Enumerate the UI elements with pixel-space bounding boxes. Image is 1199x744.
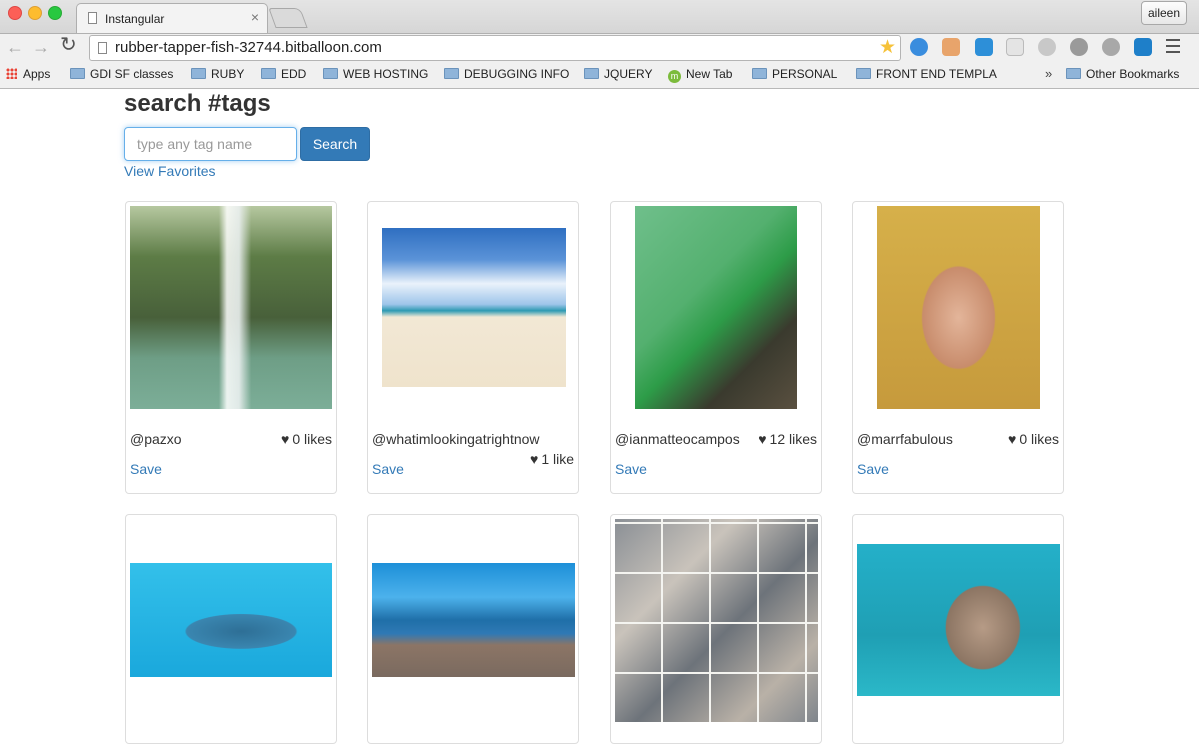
bookmark-other-bookmarks[interactable]: Other Bookmarks: [1066, 67, 1179, 81]
save-link[interactable]: Save: [615, 461, 647, 477]
card-username: @marrfabulous: [857, 431, 953, 447]
page-title: search #tags: [124, 90, 271, 117]
heart-icon: ♥: [758, 431, 767, 447]
folder-icon: [584, 68, 599, 79]
menu-icon[interactable]: [1166, 39, 1180, 57]
photo-card: @ianmatteocampos ♥ 12 likes Save: [610, 201, 822, 494]
page-icon: [98, 42, 107, 54]
bookmark-apps[interactable]: Apps: [6, 67, 50, 81]
bookmarks-bar: Apps GDI SF classes RUBY EDD WEB HOSTING…: [0, 63, 1199, 87]
save-link[interactable]: Save: [372, 461, 404, 477]
reload-icon[interactable]: ↻: [60, 35, 77, 55]
globe-extension-icon[interactable]: [910, 38, 928, 56]
page-icon: [88, 12, 97, 24]
apps-grid-icon: [6, 68, 17, 79]
card-likes: ♥ 1 like: [530, 451, 574, 467]
new-tab-button[interactable]: [268, 8, 308, 28]
card-likes: ♥ 0 likes: [281, 431, 332, 447]
beta-extension-icon[interactable]: [975, 38, 993, 56]
folder-icon: [191, 68, 206, 79]
beach-photo[interactable]: [382, 228, 566, 387]
photo-card: [125, 514, 337, 744]
folder-icon: [856, 68, 871, 79]
photo-card: @marrfabulous ♥ 0 likes Save: [852, 201, 1064, 494]
bookmark-new-tab[interactable]: m New Tab: [668, 67, 732, 83]
maximize-window-button[interactable]: [48, 6, 62, 20]
waterfall-photo[interactable]: [130, 206, 332, 409]
card-username: @whatimlookingatrightnow: [372, 431, 540, 447]
angular-extension-icon[interactable]: [1070, 38, 1088, 56]
bookmark-extension-icon[interactable]: [1134, 38, 1152, 56]
photo-card: [367, 514, 579, 744]
face-extension-icon[interactable]: [942, 38, 960, 56]
collage-photo[interactable]: [615, 519, 818, 722]
gray-extension-icon[interactable]: [1038, 38, 1056, 56]
card-username: @pazxo: [130, 431, 182, 447]
browser-toolbar: ← → ↻ rubber-tapper-fish-32744.bitballoo…: [0, 34, 1199, 62]
forward-icon[interactable]: →: [32, 37, 50, 57]
bookmark-ruby[interactable]: RUBY: [191, 67, 244, 81]
folder-icon: [261, 68, 276, 79]
green-shirt-photo[interactable]: [635, 206, 797, 409]
bunny-filter-photo[interactable]: [877, 206, 1040, 409]
back-icon[interactable]: ←: [6, 37, 24, 57]
heart-icon: ♥: [1008, 431, 1017, 447]
photo-card: @whatimlookingatrightnow ♥ 1 like Save: [367, 201, 579, 494]
bookmark-gdi-sf-classes[interactable]: GDI SF classes: [70, 67, 173, 81]
bookmark-front-end-templates[interactable]: FRONT END TEMPLA: [856, 67, 997, 81]
rocky-shore-photo[interactable]: [372, 563, 575, 677]
address-bar[interactable]: rubber-tapper-fish-32744.bitballoon.com …: [89, 35, 901, 61]
card-username: @ianmatteocampos: [615, 431, 740, 447]
folder-icon: [323, 68, 338, 79]
url-text[interactable]: rubber-tapper-fish-32744.bitballoon.com: [115, 39, 382, 56]
tab-title: Instangular: [105, 12, 165, 26]
bookmark-personal[interactable]: PERSONAL: [752, 67, 837, 81]
bookmark-jquery[interactable]: JQUERY: [584, 67, 652, 81]
bookmark-edd[interactable]: EDD: [261, 67, 306, 81]
m-extension-icon[interactable]: [1102, 38, 1120, 56]
tab-instangular[interactable]: Instangular ×: [76, 3, 268, 33]
photo-card: [852, 514, 1064, 744]
whale-shark-photo[interactable]: [130, 563, 332, 677]
card-likes: ♥ 0 likes: [1008, 431, 1059, 447]
tab-strip: Instangular × aileen: [0, 0, 1199, 34]
folder-icon: [752, 68, 767, 79]
close-window-button[interactable]: [8, 6, 22, 20]
save-link[interactable]: Save: [130, 461, 162, 477]
window-extension-icon[interactable]: [1006, 38, 1024, 56]
folder-icon: [444, 68, 459, 79]
photo-card: @pazxo ♥ 0 likes Save: [125, 201, 337, 494]
bookmark-debugging-info[interactable]: DEBUGGING INFO: [444, 67, 569, 81]
heart-icon: ♥: [281, 431, 290, 447]
profile-button[interactable]: aileen: [1141, 1, 1187, 25]
view-favorites-link[interactable]: View Favorites: [124, 163, 216, 179]
save-link[interactable]: Save: [857, 461, 889, 477]
tag-search-input[interactable]: [124, 127, 297, 161]
folder-icon: [70, 68, 85, 79]
bookmark-star-icon[interactable]: ★: [879, 36, 896, 59]
tab-close-icon[interactable]: ×: [251, 9, 259, 25]
minimize-window-button[interactable]: [28, 6, 42, 20]
photo-card: [610, 514, 822, 744]
heart-icon: ♥: [530, 451, 539, 467]
underwater-photo[interactable]: [857, 544, 1060, 696]
m-icon: m: [668, 70, 681, 83]
search-button[interactable]: Search: [300, 127, 370, 161]
card-likes: ♥ 12 likes: [758, 431, 817, 447]
browser-chrome: Instangular × aileen ← → ↻ rubber-tapper…: [0, 0, 1199, 89]
bookmarks-overflow-icon[interactable]: »: [1045, 66, 1052, 81]
folder-icon: [1066, 68, 1081, 79]
bookmark-web-hosting[interactable]: WEB HOSTING: [323, 67, 428, 81]
